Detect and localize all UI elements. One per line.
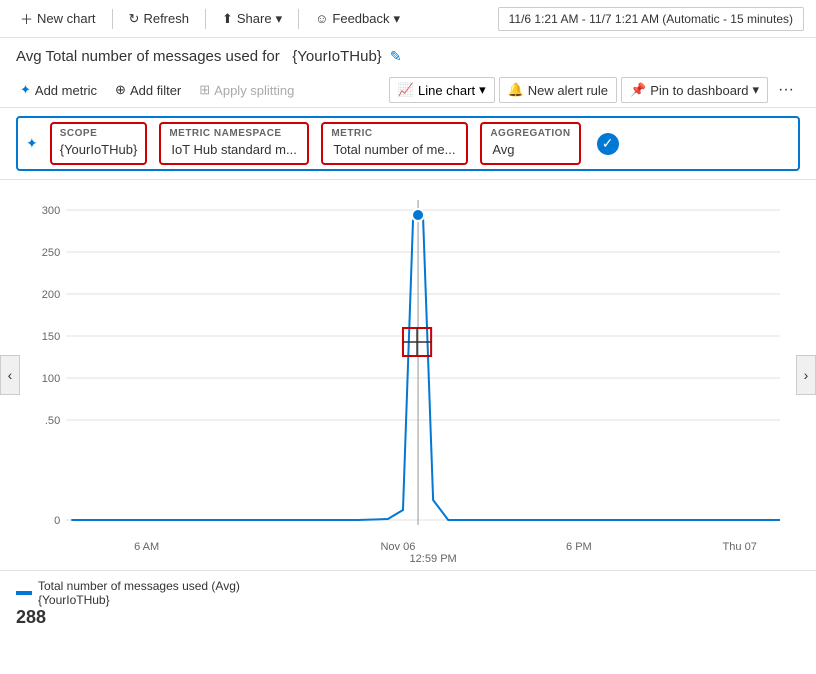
metric-field: METRIC Total number of me...	[321, 122, 468, 165]
aggregation-field: AGGREGATION Avg	[480, 122, 580, 165]
title-prefix: Avg Total number of messages used for	[16, 48, 280, 65]
time-range-label: 11/6 1:21 AM - 11/7 1:21 AM (Automatic -…	[509, 12, 793, 26]
new-alert-button[interactable]: 🔔 New alert rule	[499, 77, 617, 103]
namespace-field: METRIC NAMESPACE IoT Hub standard m...	[159, 122, 309, 165]
svg-text:300: 300	[42, 205, 60, 217]
share-button[interactable]: ⬆ Share ▾	[214, 7, 290, 31]
add-metric-button[interactable]: ✦ Add metric	[12, 78, 105, 102]
namespace-select[interactable]: IoT Hub standard m...	[169, 140, 299, 159]
svg-text:Thu 07: Thu 07	[723, 541, 757, 553]
legend-text: Total number of messages used (Avg) {You…	[38, 579, 240, 607]
new-chart-label: New chart	[37, 11, 96, 26]
apply-check[interactable]: ✓	[597, 133, 619, 155]
svg-text:250: 250	[42, 247, 60, 259]
share-icon: ⬆	[222, 11, 233, 27]
chart-area: 300 250 200 150 100 .50 0 6 AM Nov 06 12…	[0, 180, 816, 570]
share-label: Share	[237, 11, 272, 26]
legend-label: Total number of messages used (Avg)	[38, 579, 240, 593]
svg-text:6 PM: 6 PM	[566, 541, 592, 553]
alert-icon: 🔔	[508, 82, 524, 98]
divider-3	[298, 9, 299, 29]
refresh-icon: ↻	[129, 11, 140, 27]
refresh-button[interactable]: ↻ Refresh	[121, 7, 197, 31]
svg-text:.50: .50	[45, 415, 60, 427]
pin-to-dashboard-button[interactable]: 📌 Pin to dashboard ▾	[621, 77, 768, 103]
plus-icon: ＋	[20, 9, 33, 28]
chart-type-label: Line chart	[418, 83, 475, 98]
metric-select[interactable]: Total number of me...	[331, 140, 458, 159]
toolbar-right: 11/6 1:21 AM - 11/7 1:21 AM (Automatic -…	[498, 7, 804, 31]
split-icon: ⊞	[199, 82, 210, 98]
feedback-button[interactable]: ☺ Feedback ▾	[307, 7, 408, 31]
filter-icon: ⊕	[115, 82, 126, 98]
title-hub: {YourIoTHub}	[292, 48, 382, 65]
scope-field: SCOPE {YourIoTHub}	[50, 122, 148, 165]
more-options-button[interactable]: ···	[772, 77, 800, 103]
pin-icon: 📌	[630, 82, 646, 98]
svg-text:150: 150	[42, 331, 60, 343]
svg-text:100: 100	[42, 373, 60, 385]
metric-select-wrap: Total number of me...	[331, 140, 458, 159]
legend-item: Total number of messages used (Avg) {You…	[16, 579, 800, 607]
time-range-button[interactable]: 11/6 1:21 AM - 11/7 1:21 AM (Automatic -…	[498, 7, 804, 31]
scope-row: ✦ SCOPE {YourIoTHub} METRIC NAMESPACE Io…	[0, 108, 816, 180]
divider-1	[112, 9, 113, 29]
feedback-icon: ☺	[315, 11, 328, 26]
chart-wrapper: ‹ › 300 250 200 150 100 .50 0	[0, 180, 816, 570]
metric-label: METRIC	[331, 128, 458, 139]
metrics-toolbar: ✦ Add metric ⊕ Add filter ⊞ Apply splitt…	[0, 73, 816, 108]
add-metric-icon: ✦	[20, 82, 31, 98]
namespace-label: METRIC NAMESPACE	[169, 128, 299, 139]
svg-text:6 AM: 6 AM	[134, 541, 159, 553]
chart-title: Avg Total number of messages used for {Y…	[16, 48, 382, 65]
chevron-down-icon-2: ▾	[394, 11, 401, 27]
pin-chevron: ▾	[752, 82, 759, 98]
metrics-toolbar-right: 📈 Line chart ▾ 🔔 New alert rule 📌 Pin to…	[389, 77, 800, 103]
legend-sublabel: {YourIoTHub}	[38, 593, 240, 607]
feedback-label: Feedback	[332, 11, 389, 26]
add-filter-button[interactable]: ⊕ Add filter	[107, 78, 189, 102]
namespace-select-wrap: IoT Hub standard m...	[169, 140, 299, 159]
scope-value: {YourIoTHub}	[60, 140, 138, 159]
chart-type-chevron: ▾	[479, 82, 486, 98]
edit-title-icon[interactable]: ✎	[390, 48, 402, 65]
chevron-down-icon: ▾	[276, 11, 283, 27]
aggregation-label: AGGREGATION	[490, 128, 570, 139]
chart-container: 300 250 200 150 100 .50 0 6 AM Nov 06 12…	[16, 190, 800, 570]
metrics-toolbar-left: ✦ Add metric ⊕ Add filter ⊞ Apply splitt…	[12, 78, 302, 102]
title-row: Avg Total number of messages used for {Y…	[0, 38, 816, 73]
aggregation-select[interactable]: Avg	[490, 140, 517, 159]
refresh-label: Refresh	[143, 11, 189, 26]
divider-2	[205, 9, 206, 29]
new-alert-label: New alert rule	[528, 83, 608, 98]
svg-text:0: 0	[54, 515, 60, 527]
toolbar-left: ＋ New chart ↻ Refresh ⬆ Share ▾ ☺ Feedba…	[12, 5, 408, 32]
legend-value: 288	[16, 607, 800, 628]
chart-svg: 300 250 200 150 100 .50 0 6 AM Nov 06 12…	[16, 190, 800, 570]
new-chart-button[interactable]: ＋ New chart	[12, 5, 104, 32]
scope-icon: ✦	[26, 135, 38, 152]
line-chart-icon: 📈	[398, 82, 414, 98]
svg-text:Nov 06: Nov 06	[380, 541, 415, 553]
svg-text:200: 200	[42, 289, 60, 301]
legend-color-swatch	[16, 591, 32, 595]
chart-type-button[interactable]: 📈 Line chart ▾	[389, 77, 495, 103]
aggregation-select-wrap: Avg	[490, 140, 570, 159]
apply-splitting-label: Apply splitting	[214, 83, 294, 98]
scope-container: ✦ SCOPE {YourIoTHub} METRIC NAMESPACE Io…	[16, 116, 800, 171]
chart-legend: Total number of messages used (Avg) {You…	[0, 570, 816, 636]
scope-label: SCOPE	[60, 128, 138, 139]
add-metric-label: Add metric	[35, 83, 97, 98]
svg-text:12:59 PM: 12:59 PM	[409, 553, 456, 565]
apply-splitting-button[interactable]: ⊞ Apply splitting	[191, 78, 302, 102]
pin-label: Pin to dashboard	[650, 83, 748, 98]
top-toolbar: ＋ New chart ↻ Refresh ⬆ Share ▾ ☺ Feedba…	[0, 0, 816, 38]
add-filter-label: Add filter	[130, 83, 181, 98]
